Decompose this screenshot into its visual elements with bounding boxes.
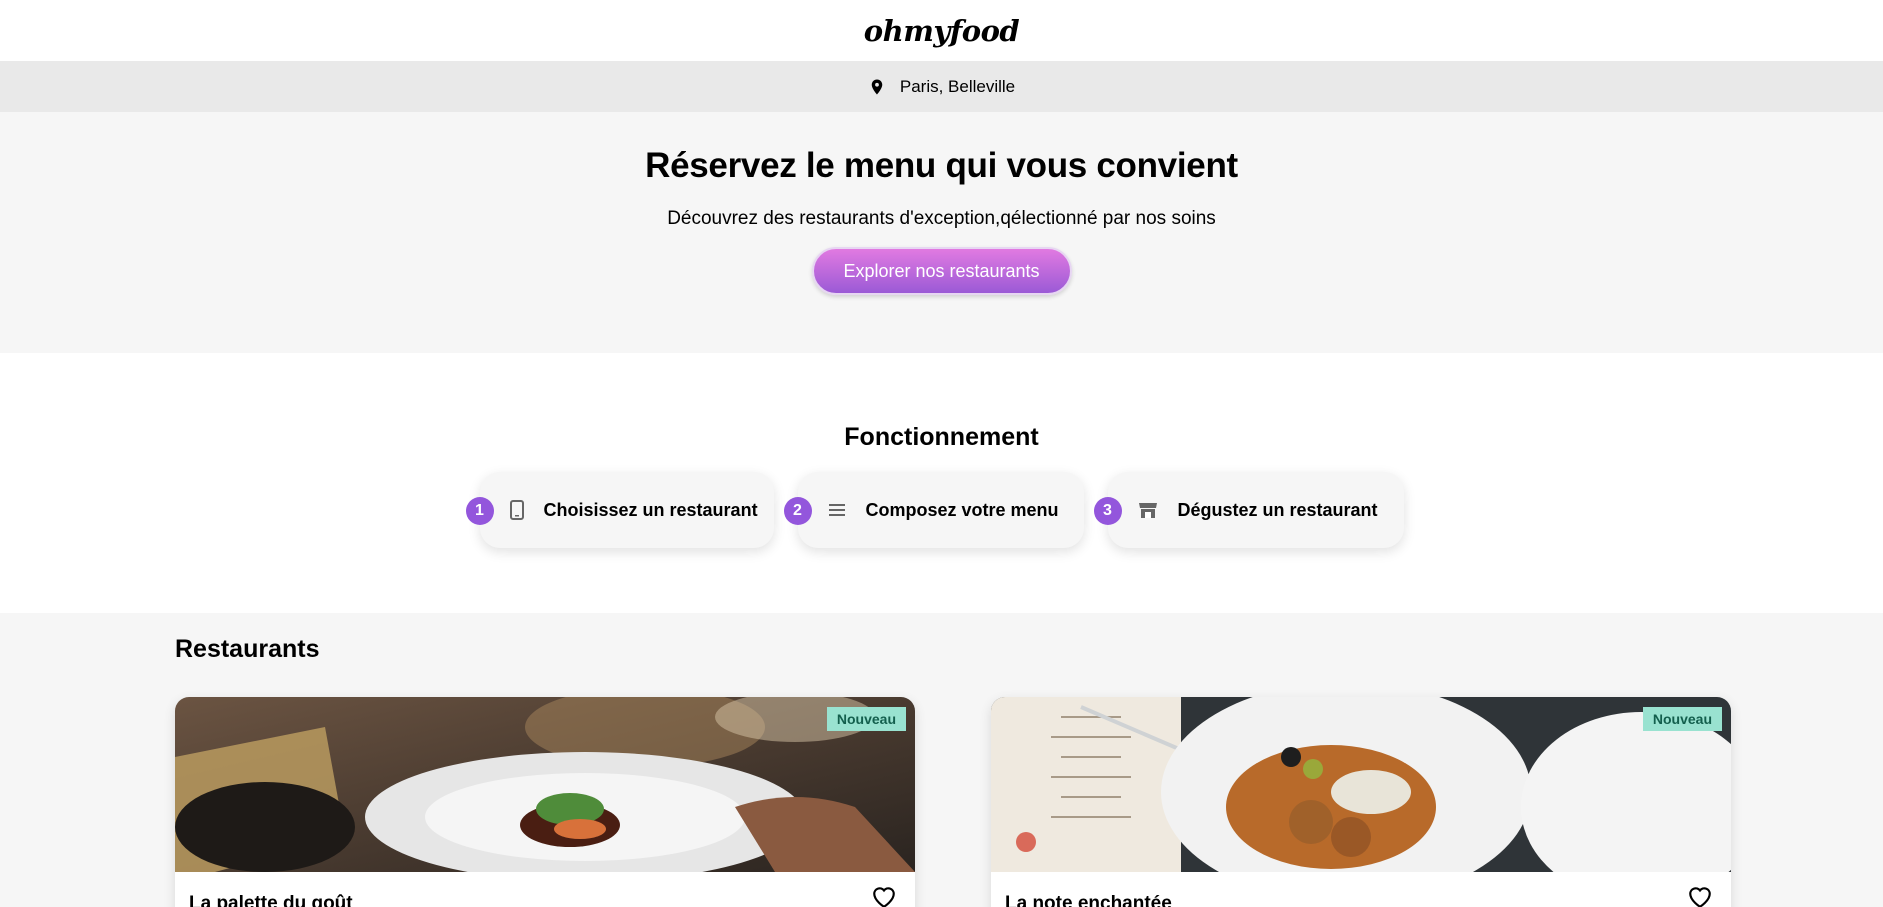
how-it-works-section: Fonctionnement 1 Choisissez un restauran… xyxy=(0,353,1883,613)
restaurant-card[interactable]: Nouveau La note enchantée xyxy=(991,697,1731,907)
site-logo[interactable]: ohmyfood xyxy=(864,14,1020,48)
list-icon xyxy=(828,499,846,521)
step-number: 2 xyxy=(783,497,812,525)
heart-icon[interactable] xyxy=(1687,885,1713,907)
step-number: 3 xyxy=(1093,497,1122,525)
new-badge: Nouveau xyxy=(826,707,906,731)
step-card: 1 Choisissez un restaurant xyxy=(465,472,774,548)
restaurant-photo: Nouveau xyxy=(175,697,915,872)
how-it-works-title: Fonctionnement xyxy=(844,423,1039,451)
restaurant-name: La palette du goût xyxy=(189,893,353,907)
step-label: Dégustez un restaurant xyxy=(1177,499,1378,520)
explore-restaurants-button[interactable]: Explorer nos restaurants xyxy=(811,247,1072,295)
phone-icon xyxy=(509,499,524,521)
hero-subtitle: Découvrez des restaurants d'exception,qé… xyxy=(667,208,1216,229)
location-bar: Paris, Belleville xyxy=(0,61,1883,112)
steps-list: 1 Choisissez un restaurant 2 Composez vo… xyxy=(465,472,1404,548)
step-number: 1 xyxy=(465,497,494,525)
step-label: Choisissez un restaurant xyxy=(543,499,758,520)
location-text: Paris, Belleville xyxy=(899,76,1016,96)
store-icon xyxy=(1138,499,1158,521)
hero-title: Réservez le menu qui vous convient xyxy=(645,146,1238,185)
new-badge: Nouveau xyxy=(1642,707,1722,731)
map-pin-icon xyxy=(868,78,886,96)
step-card: 2 Composez votre menu xyxy=(783,472,1084,548)
step-label: Composez votre menu xyxy=(865,499,1059,520)
heart-icon[interactable] xyxy=(871,885,897,907)
hero-section: Réservez le menu qui vous convient Décou… xyxy=(0,112,1883,353)
site-header: ohmyfood xyxy=(0,0,1883,61)
restaurant-card[interactable]: Nouveau La palette du goût xyxy=(175,697,915,907)
restaurants-section: Restaurants Nouveau La palette du goût N… xyxy=(0,613,1883,907)
restaurants-title: Restaurants xyxy=(175,635,320,663)
restaurant-photo: Nouveau xyxy=(991,697,1731,872)
step-card: 3 Dégustez un restaurant xyxy=(1093,472,1404,548)
restaurant-name: La note enchantée xyxy=(1005,893,1172,907)
